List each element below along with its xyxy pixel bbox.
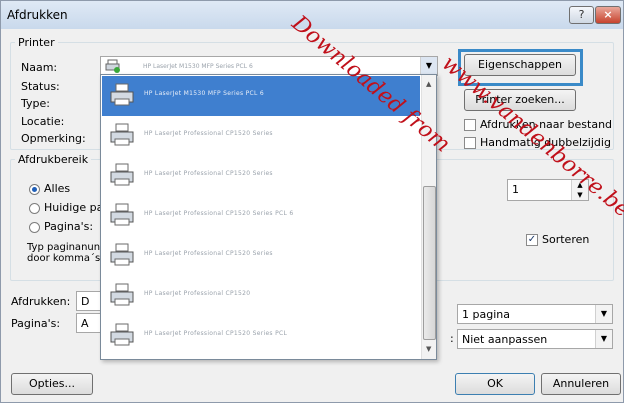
- window-title: Afdrukken: [7, 8, 68, 22]
- dropdown-printer-item[interactable]: HP LaserJet Professional CP1520 Series: [102, 116, 420, 156]
- dropdown-printer-name: HP LaserJet Professional CP1520 Series P…: [144, 210, 294, 217]
- help-button[interactable]: ?: [569, 6, 594, 24]
- range-hint-line2: door komma´s: [27, 253, 101, 264]
- pages-label: Pagina's:: [11, 317, 61, 330]
- printer-icon: [109, 322, 135, 348]
- printer-icon: [109, 202, 135, 228]
- dropdown-printer-name: HP LaserJet Professional CP1520 Series: [144, 250, 273, 257]
- printer-type-label: Type:: [21, 97, 50, 110]
- dropdown-printer-name: HP LaserJet Professional CP1520 Series: [144, 130, 273, 137]
- dropdown-printer-item[interactable]: HP LaserJet Professional CP1520 Series P…: [102, 196, 420, 236]
- dropdown-printer-name: HP LaserJet M1530 MFP Series PCL 6: [144, 90, 265, 97]
- print-what-value: D: [81, 295, 90, 308]
- printer-status-label: Status:: [21, 80, 60, 93]
- dropdown-printer-item[interactable]: HP LaserJet Professional CP1520 Series P…: [102, 316, 420, 356]
- printer-group-label: Printer: [18, 36, 55, 49]
- range-pages-label: Pagina's:: [44, 220, 94, 233]
- pages-per-sheet-value: 1 pagina: [462, 308, 510, 321]
- range-current-label: Huidige pa: [44, 201, 104, 214]
- printer-name-value: HP LaserJet M1530 MFP Series PCL 6: [143, 63, 253, 70]
- dropdown-printer-name: HP LaserJet Professional CP1520 Series P…: [144, 330, 288, 337]
- printer-comment-label: Opmerking:: [21, 132, 86, 145]
- dropdown-printer-item[interactable]: HP LaserJet Professional CP1520 Series: [102, 156, 420, 196]
- chevron-down-icon[interactable]: ▼: [595, 305, 612, 323]
- scale-select[interactable]: Niet aanpassen ▼: [457, 329, 613, 349]
- chevron-down-icon[interactable]: ▼: [595, 330, 612, 348]
- scroll-thumb[interactable]: [423, 186, 436, 340]
- collate-checkbox[interactable]: ✓: [526, 234, 538, 246]
- scroll-up-icon[interactable]: ▲: [426, 80, 431, 88]
- printer-name-label: Naam:: [21, 61, 58, 74]
- printer-name-select[interactable]: HP LaserJet M1530 MFP Series PCL 6 ▼: [100, 56, 438, 76]
- range-hint-line1: Typ paginanun: [27, 242, 101, 253]
- cancel-button[interactable]: Annuleren: [541, 373, 621, 395]
- scroll-down-icon[interactable]: ▼: [426, 345, 431, 353]
- collate-label: Sorteren: [542, 233, 590, 246]
- ok-button[interactable]: OK: [455, 373, 535, 395]
- printer-icon: [109, 242, 135, 268]
- dropdown-printer-name: HP LaserJet Professional CP1520 Series: [144, 170, 273, 177]
- close-button[interactable]: ×: [595, 6, 621, 24]
- dropdown-printer-item[interactable]: HP LaserJet Professional CP1520: [102, 276, 420, 316]
- printer-icon: [109, 82, 135, 108]
- dropdown-printer-name: HP LaserJet Professional CP1520: [144, 290, 251, 297]
- printer-icon: [109, 282, 135, 308]
- range-pages-radio[interactable]: [29, 222, 40, 233]
- chevron-down-icon[interactable]: ▼: [420, 57, 437, 75]
- printer-icon: [109, 122, 135, 148]
- printer-icon: [109, 162, 135, 188]
- print-what-label: Afdrukken:: [11, 295, 71, 308]
- print-what-select[interactable]: D: [76, 291, 102, 311]
- scale-value: Niet aanpassen: [462, 333, 548, 346]
- range-group-label: Afdrukbereik: [18, 153, 89, 166]
- print-dialog: Afdrukken ? × Printer Naam: Status: Type…: [0, 0, 624, 403]
- range-all-label: Alles: [44, 182, 71, 195]
- options-button[interactable]: Opties...: [11, 373, 93, 395]
- pages-select[interactable]: A: [76, 313, 102, 333]
- pages-per-sheet-select[interactable]: 1 pagina ▼: [457, 304, 613, 324]
- copies-value: 1: [512, 183, 519, 196]
- printer-dropdown-list[interactable]: HP LaserJet M1530 MFP Series PCL 6 HP Las…: [100, 74, 437, 360]
- dropdown-printer-item[interactable]: HP LaserJet Professional CP1520 Series: [102, 236, 420, 276]
- print-to-file-checkbox[interactable]: [464, 119, 476, 131]
- manual-duplex-checkbox[interactable]: [464, 137, 476, 149]
- printer-location-label: Locatie:: [21, 115, 65, 128]
- scale-colon: :: [450, 332, 454, 345]
- pages-value: A: [81, 317, 89, 330]
- range-current-radio[interactable]: [29, 203, 40, 214]
- range-all-radio[interactable]: [29, 184, 40, 195]
